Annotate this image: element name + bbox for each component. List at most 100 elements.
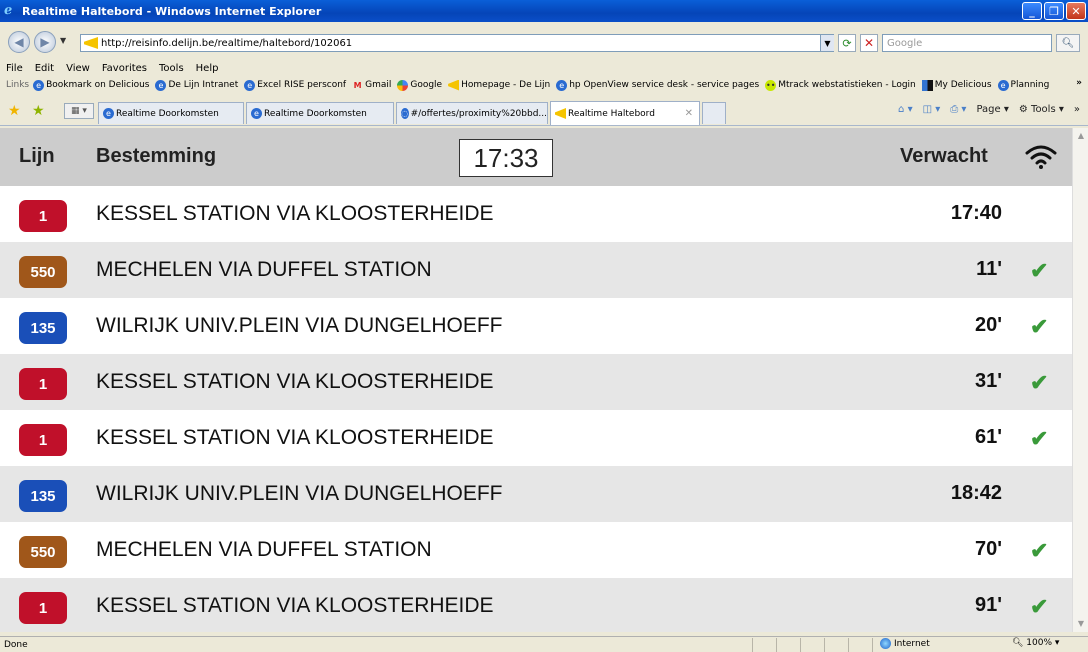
window-title: Realtime Haltebord - Windows Internet Ex… <box>22 4 322 18</box>
print-icon[interactable]: ⎙ ▾ <box>950 104 966 115</box>
links-bar: Links e Bookmark on Delicious e De Lijn In… <box>0 76 1088 94</box>
line-number-badge: 135 <box>19 480 67 512</box>
departure-row: 1 KESSEL STATION VIA KLOOSTERHEIDE 91' ✔ <box>0 578 1072 632</box>
address-input[interactable]: http://reisinfo.delijn.be/realtime/halte… <box>80 34 834 52</box>
scroll-down-icon[interactable]: ▼ <box>1074 617 1088 631</box>
departure-row: 550 MECHELEN VIA DUFFEL STATION 11' ✔ <box>0 242 1072 298</box>
menu-file[interactable]: File <box>6 63 23 74</box>
link-gmail[interactable]: M Gmail <box>352 80 392 91</box>
close-button[interactable]: ✕ <box>1066 2 1086 20</box>
vertical-scrollbar[interactable]: ▲ ▼ <box>1072 128 1088 632</box>
expected-time: 20' <box>974 314 1002 336</box>
menu-tools[interactable]: Tools <box>159 63 184 74</box>
ie-page-icon: e <box>244 79 256 91</box>
destination-text: MECHELEN VIA DUFFEL STATION <box>96 258 432 281</box>
menu-bar: File Edit View Favorites Tools Help <box>0 60 1088 76</box>
realtime-check-icon: ✔ <box>1030 370 1049 395</box>
back-button[interactable]: ◀ <box>8 31 30 53</box>
security-zone[interactable]: Internet <box>880 638 930 649</box>
minimize-button[interactable]: _ <box>1022 2 1042 20</box>
close-tab-icon[interactable]: ✕ <box>685 108 693 119</box>
tools-menu[interactable]: ⚙ Tools ▾ <box>1019 104 1064 115</box>
link-mtrack[interactable]: •• Mtrack webstatistieken - Login <box>765 79 916 91</box>
column-header-lijn: Lijn <box>19 145 55 167</box>
status-divider <box>776 638 777 652</box>
ie-page-icon: e <box>556 79 568 91</box>
delijn-icon <box>448 79 460 91</box>
link-delijn-intranet[interactable]: e De Lijn Intranet <box>155 79 238 91</box>
status-divider <box>872 638 873 652</box>
tab-realtime-haltebord[interactable]: Realtime Haltebord ✕ <box>550 101 700 125</box>
realtime-check-icon: ✔ <box>1030 538 1049 563</box>
expected-time: 18:42 <box>950 482 1002 504</box>
command-overflow-icon[interactable]: » <box>1074 104 1080 115</box>
maximize-button[interactable]: ❐ <box>1044 2 1064 20</box>
expected-time: 91' <box>974 594 1002 616</box>
destination-text: KESSEL STATION VIA KLOOSTERHEIDE <box>96 202 494 225</box>
google-icon <box>397 79 409 91</box>
command-bar: ⌂ ▾ ◫ ▾ ⎙ ▾ Page ▾ ⚙ Tools ▾ » <box>898 104 1080 115</box>
links-overflow-icon[interactable]: » <box>1076 78 1082 88</box>
tab-offertes-proximity[interactable]: ◌ #/offertes/proximity%20bbd... <box>396 102 548 124</box>
expected-time: 31' <box>974 370 1002 392</box>
link-planning[interactable]: e Planning <box>997 79 1049 91</box>
search-button[interactable]: 🔍︎ <box>1056 34 1080 52</box>
page-menu[interactable]: Page ▾ <box>976 104 1008 115</box>
mtrack-icon: •• <box>765 79 777 91</box>
feeds-icon[interactable]: ◫ ▾ <box>923 104 941 115</box>
column-header-bestemming: Bestemming <box>96 145 217 167</box>
gmail-icon: M <box>353 80 362 90</box>
link-homepage-delijn[interactable]: Homepage - De Lijn <box>448 79 550 91</box>
menu-view[interactable]: View <box>66 63 90 74</box>
refresh-button[interactable]: ⟳ <box>838 34 856 52</box>
column-header-verwacht: Verwacht <box>900 145 988 167</box>
stop-button[interactable]: ✕ <box>860 34 878 52</box>
quick-tabs-button[interactable]: ▦ ▾ <box>64 103 94 119</box>
add-favorites-icon[interactable]: ★ <box>32 103 45 119</box>
status-text: Done <box>4 639 28 650</box>
ie-page-icon: e <box>997 79 1009 91</box>
line-number-badge: 135 <box>19 312 67 344</box>
realtime-check-icon: ✔ <box>1030 594 1049 619</box>
departure-row: 1 KESSEL STATION VIA KLOOSTERHEIDE 31' ✔ <box>0 354 1072 410</box>
tab-realtime-doorkomsten-1[interactable]: e Realtime Doorkomsten <box>98 102 244 124</box>
new-tab-button[interactable] <box>702 102 726 124</box>
expected-time: 17:40 <box>950 202 1002 224</box>
ie-page-icon: e <box>103 108 114 119</box>
internet-globe-icon <box>880 638 891 649</box>
line-number-badge: 550 <box>19 536 67 568</box>
delijn-icon <box>555 108 566 119</box>
address-url: http://reisinfo.delijn.be/realtime/halte… <box>101 37 353 49</box>
expected-time: 70' <box>974 538 1002 560</box>
destination-text: WILRIJK UNIV.PLEIN VIA DUNGELHOEFF <box>96 314 503 337</box>
zoom-level[interactable]: 🔍︎ 100% ▾ <box>1012 638 1059 648</box>
tab-realtime-doorkomsten-2[interactable]: e Realtime Doorkomsten <box>246 102 394 124</box>
forward-button[interactable]: ▶ <box>34 31 56 53</box>
wifi-signal-icon <box>1025 145 1057 169</box>
history-dropdown-icon[interactable]: ▼ <box>60 36 66 45</box>
link-excel-rise[interactable]: e Excel RISE persconf <box>244 79 346 91</box>
ie-page-icon: e <box>33 79 45 91</box>
link-bookmark-delicious[interactable]: e Bookmark on Delicious <box>33 79 149 91</box>
menu-edit[interactable]: Edit <box>35 63 54 74</box>
link-my-delicious[interactable]: My Delicious <box>921 79 992 91</box>
tab-bar: ★ ★ ▦ ▾ e Realtime Doorkomsten e Realtim… <box>0 96 1088 126</box>
status-divider <box>752 638 753 652</box>
address-dropdown-button[interactable]: ▼ <box>820 35 834 51</box>
scroll-up-icon[interactable]: ▲ <box>1074 129 1088 143</box>
realtime-check-icon: ✔ <box>1030 258 1049 283</box>
search-input[interactable]: Google <box>882 34 1052 52</box>
menu-favorites[interactable]: Favorites <box>102 63 147 74</box>
loading-icon: ◌ <box>401 108 409 119</box>
expected-time: 11' <box>976 258 1002 280</box>
status-divider <box>848 638 849 652</box>
destination-text: WILRIJK UNIV.PLEIN VIA DUNGELHOEFF <box>96 482 503 505</box>
menu-help[interactable]: Help <box>196 63 219 74</box>
link-google[interactable]: Google <box>397 79 442 91</box>
destination-text: KESSEL STATION VIA KLOOSTERHEIDE <box>96 426 494 449</box>
home-icon[interactable]: ⌂ ▾ <box>898 104 913 115</box>
favorites-star-icon[interactable]: ★ <box>8 103 21 119</box>
line-number-badge: 1 <box>19 424 67 456</box>
link-hp-openview[interactable]: e hp OpenView service desk - service page… <box>556 79 759 91</box>
board-header: Lijn Bestemming 17:33 Verwacht <box>0 128 1072 186</box>
